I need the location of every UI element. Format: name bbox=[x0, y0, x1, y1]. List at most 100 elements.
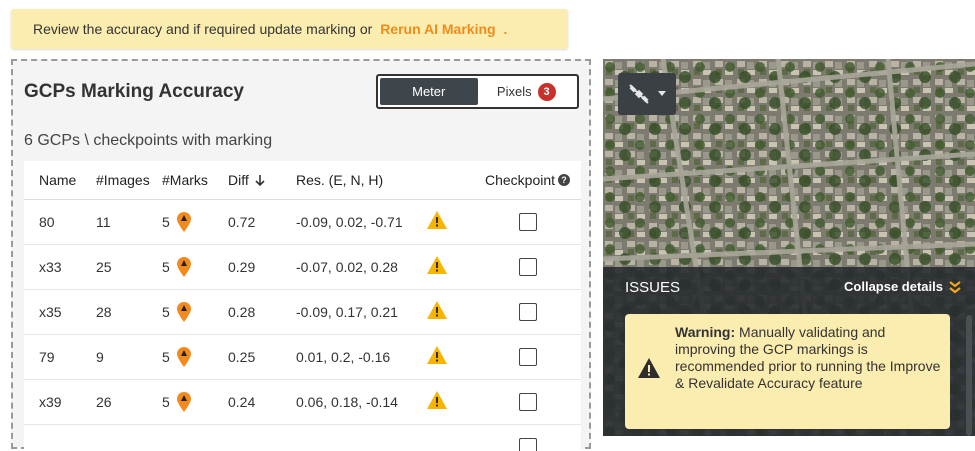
warning-icon bbox=[427, 346, 447, 364]
images-count-cell: 9 bbox=[96, 334, 162, 380]
pixels-toggle-button[interactable]: Pixels 3 bbox=[478, 78, 576, 105]
issues-title: ISSUES bbox=[625, 279, 681, 296]
gcp-name-cell: x33 bbox=[24, 244, 96, 290]
col-images-header[interactable]: #Images bbox=[96, 161, 162, 200]
diff-cell: 0.72 bbox=[228, 199, 296, 245]
warning-cell bbox=[426, 244, 474, 290]
checkpoint-checkbox[interactable] bbox=[518, 392, 537, 411]
marks-cell: 5 bbox=[162, 289, 228, 335]
meter-toggle-button[interactable]: Meter bbox=[380, 78, 478, 105]
table-row[interactable]: x39 26 5 0.24 0.06, 0.18, -0.14 bbox=[24, 379, 581, 425]
warning-cell bbox=[426, 424, 474, 451]
satellite-off-icon bbox=[629, 84, 649, 104]
diff-cell: 0.25 bbox=[228, 334, 296, 380]
warning-cell bbox=[426, 334, 474, 380]
review-banner: Review the accuracy and if required upda… bbox=[11, 9, 568, 49]
warning-text: Warning: Manually validating and improvi… bbox=[675, 324, 943, 392]
marks-cell: 5 bbox=[162, 379, 228, 425]
images-count-cell: 28 bbox=[96, 289, 162, 335]
gcp-accuracy-panel: GCPs Marking Accuracy Meter Pixels 3 6 G… bbox=[11, 59, 591, 451]
map-marker-icon bbox=[176, 346, 191, 367]
marks-cell: 5 bbox=[162, 244, 228, 290]
images-count-cell bbox=[96, 424, 162, 451]
collapse-details-label: Collapse details bbox=[844, 279, 943, 294]
diff-cell: 0.29 bbox=[228, 244, 296, 290]
diff-cell bbox=[228, 424, 296, 451]
col-res-header[interactable]: Res. (E, N, H) bbox=[296, 161, 426, 200]
checkpoint-checkbox[interactable] bbox=[518, 257, 537, 276]
checkpoint-cell bbox=[474, 199, 581, 245]
checkpoint-header-label: Checkpoint bbox=[484, 171, 556, 188]
gcp-name-cell bbox=[24, 424, 96, 451]
gcp-table: Name #Images #Marks Diff Res. (E, N, H) … bbox=[24, 161, 581, 451]
map-marker-icon bbox=[176, 391, 191, 412]
banner-suffix: . bbox=[503, 21, 508, 37]
marks-cell: 5 bbox=[162, 199, 228, 245]
residual-cell: 0.06, 0.18, -0.14 bbox=[296, 379, 426, 425]
checkpoint-checkbox[interactable] bbox=[518, 302, 537, 321]
collapse-details-button[interactable]: Collapse details bbox=[844, 279, 961, 294]
diff-cell: 0.28 bbox=[228, 289, 296, 335]
col-diff-header[interactable]: Diff bbox=[228, 161, 296, 200]
col-checkpoint-header[interactable]: Checkpoint? bbox=[474, 161, 581, 200]
pixels-count-badge: 3 bbox=[537, 82, 556, 101]
double-chevron-down-icon bbox=[949, 280, 961, 293]
table-row[interactable]: x35 28 5 0.28 -0.09, 0.17, 0.21 bbox=[24, 289, 581, 335]
checkpoint-cell bbox=[474, 379, 581, 425]
warning-icon bbox=[638, 358, 660, 378]
marks-cell: 5 bbox=[162, 334, 228, 380]
issues-panel: ISSUES Collapse details Warning: Manuall… bbox=[603, 267, 975, 436]
warning-cell bbox=[426, 199, 474, 245]
table-row[interactable]: 79 9 5 0.25 0.01, 0.2, -0.16 bbox=[24, 334, 581, 380]
images-count-cell: 26 bbox=[96, 379, 162, 425]
map-tool-dropdown[interactable] bbox=[618, 73, 676, 115]
marks-count: 5 bbox=[162, 393, 170, 410]
checkpoint-cell bbox=[474, 289, 581, 335]
unit-toggle: Meter Pixels 3 bbox=[376, 74, 579, 109]
warning-icon bbox=[427, 391, 447, 409]
checkpoint-cell bbox=[474, 334, 581, 380]
map-marker-icon bbox=[176, 301, 191, 322]
residual-cell: -0.07, 0.02, 0.28 bbox=[296, 244, 426, 290]
warning-icon bbox=[427, 256, 447, 274]
col-warn-header bbox=[426, 161, 474, 200]
map-marker-icon bbox=[176, 256, 191, 277]
help-icon[interactable]: ? bbox=[558, 173, 571, 186]
marks-count: 5 bbox=[162, 303, 170, 320]
panel-title: GCPs Marking Accuracy bbox=[24, 81, 244, 102]
images-count-cell: 25 bbox=[96, 244, 162, 290]
marks-count: 5 bbox=[162, 258, 170, 275]
checkpoint-checkbox[interactable] bbox=[518, 437, 537, 451]
diff-cell: 0.24 bbox=[228, 379, 296, 425]
residual-cell: -0.09, 0.17, 0.21 bbox=[296, 289, 426, 335]
table-row[interactable]: 80 11 5 0.72 -0.09, 0.02, -0.71 bbox=[24, 199, 581, 245]
residual-cell: -0.09, 0.02, -0.71 bbox=[296, 199, 426, 245]
issues-scrollbar[interactable] bbox=[966, 315, 972, 436]
map-view[interactable]: ISSUES Collapse details Warning: Manuall… bbox=[603, 59, 975, 436]
warning-cell bbox=[426, 289, 474, 335]
checkpoint-checkbox[interactable] bbox=[518, 347, 537, 366]
residual-cell: 0.01, 0.2, -0.16 bbox=[296, 334, 426, 380]
col-marks-header[interactable]: #Marks bbox=[162, 161, 228, 200]
warning-message-box: Warning: Manually validating and improvi… bbox=[625, 314, 950, 429]
residual-cell bbox=[296, 424, 426, 451]
banner-text: Review the accuracy and if required upda… bbox=[33, 21, 373, 37]
marks-count: 5 bbox=[162, 213, 170, 230]
diff-header-label: Diff bbox=[228, 171, 249, 188]
marks-cell bbox=[162, 424, 228, 451]
sort-down-arrow-icon bbox=[255, 174, 265, 186]
marks-count: 5 bbox=[162, 348, 170, 365]
rerun-ai-marking-link[interactable]: Rerun AI Marking bbox=[380, 21, 495, 37]
table-row[interactable] bbox=[24, 424, 581, 451]
table-row[interactable]: x33 25 5 0.29 -0.07, 0.02, 0.28 bbox=[24, 244, 581, 290]
warning-icon bbox=[427, 301, 447, 319]
gcp-name-cell: x39 bbox=[24, 379, 96, 425]
checkpoint-checkbox[interactable] bbox=[518, 212, 537, 231]
warning-cell bbox=[426, 379, 474, 425]
table-header-row: Name #Images #Marks Diff Res. (E, N, H) … bbox=[24, 161, 581, 200]
pixels-label: Pixels bbox=[496, 84, 532, 99]
chevron-down-icon bbox=[658, 91, 666, 96]
col-name-header[interactable]: Name bbox=[24, 161, 96, 200]
checkpoint-cell bbox=[474, 424, 581, 451]
images-count-cell: 11 bbox=[96, 199, 162, 245]
